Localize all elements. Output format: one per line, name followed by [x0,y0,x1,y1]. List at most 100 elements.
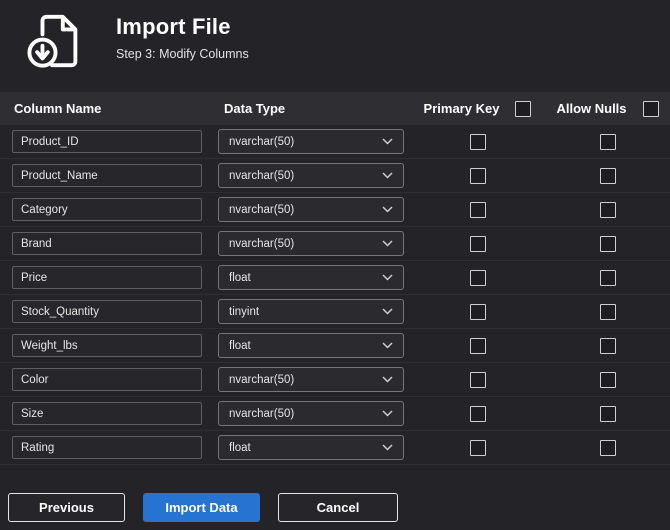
data-type-value: nvarchar(50) [229,373,295,386]
data-type-dropdown[interactable]: nvarchar(50) [218,129,404,154]
column-name-input[interactable] [12,198,202,221]
header-text-block: Import File Step 3: Modify Columns [116,14,249,61]
data-type-dropdown[interactable]: tinyint [218,299,404,324]
data-type-dropdown[interactable]: nvarchar(50) [218,231,404,256]
allow-nulls-header-label: Allow Nulls [556,101,627,116]
data-type-cell: float [210,435,410,460]
table-row: nvarchar(50) [0,125,670,159]
column-name-cell [0,266,210,289]
chevron-down-icon [382,172,393,179]
allow-nulls-cell [545,371,670,388]
column-name-input[interactable] [12,334,202,357]
primary-key-checkbox[interactable] [469,201,486,218]
column-name-cell [0,368,210,391]
primary-key-cell [410,167,545,184]
allow-nulls-checkbox[interactable] [599,303,616,320]
chevron-down-icon [382,206,393,213]
column-name-input[interactable] [12,232,202,255]
allow-nulls-checkbox[interactable] [599,269,616,286]
column-name-cell [0,436,210,459]
allow-nulls-checkbox[interactable] [599,371,616,388]
allow-nulls-cell [545,303,670,320]
primary-key-checkbox[interactable] [469,303,486,320]
primary-key-checkbox[interactable] [469,337,486,354]
allow-nulls-checkbox[interactable] [599,201,616,218]
column-name-header: Column Name [14,101,102,116]
column-name-input[interactable] [12,130,202,153]
data-type-cell: nvarchar(50) [210,129,410,154]
column-name-input[interactable] [12,368,202,391]
data-type-dropdown[interactable]: float [218,333,404,358]
allow-nulls-header: Allow Nulls [545,100,670,117]
primary-key-cell [410,337,545,354]
data-type-dropdown[interactable]: nvarchar(50) [218,367,404,392]
primary-key-checkbox[interactable] [469,371,486,388]
data-type-cell: float [210,333,410,358]
data-type-value: nvarchar(50) [229,237,295,250]
allow-nulls-cell [545,439,670,456]
data-type-value: nvarchar(50) [229,169,295,182]
table-row: float [0,329,670,363]
column-name-cell [0,402,210,425]
allow-nulls-checkbox[interactable] [599,439,616,456]
chevron-down-icon [382,138,393,145]
chevron-down-icon [382,274,393,281]
allow-nulls-cell [545,337,670,354]
data-type-dropdown[interactable]: nvarchar(50) [218,401,404,426]
column-name-input[interactable] [12,402,202,425]
table-row: float [0,261,670,295]
primary-key-checkbox[interactable] [469,133,486,150]
column-name-input[interactable] [12,436,202,459]
primary-key-cell [410,439,545,456]
data-type-cell: nvarchar(50) [210,197,410,222]
allow-nulls-checkbox[interactable] [599,235,616,252]
previous-button[interactable]: Previous [8,493,125,522]
allow-nulls-cell [545,235,670,252]
table-row: nvarchar(50) [0,193,670,227]
column-name-cell [0,164,210,187]
data-type-dropdown[interactable]: float [218,265,404,290]
step-subtitle: Step 3: Modify Columns [116,47,249,61]
allow-nulls-checkbox[interactable] [599,167,616,184]
allow-nulls-checkbox[interactable] [599,133,616,150]
table-row: nvarchar(50) [0,159,670,193]
data-type-value: nvarchar(50) [229,203,295,216]
data-type-dropdown[interactable]: nvarchar(50) [218,197,404,222]
dialog-header: Import File Step 3: Modify Columns [0,0,670,92]
column-name-cell [0,300,210,323]
chevron-down-icon [382,410,393,417]
allow-nulls-select-all-checkbox[interactable] [642,100,659,117]
allow-nulls-checkbox[interactable] [599,337,616,354]
primary-key-cell [410,133,545,150]
chevron-down-icon [382,308,393,315]
column-name-input[interactable] [12,300,202,323]
data-type-cell: nvarchar(50) [210,401,410,426]
data-type-header: Data Type [224,101,286,116]
primary-key-checkbox[interactable] [469,167,486,184]
primary-key-checkbox[interactable] [469,439,486,456]
cancel-button[interactable]: Cancel [278,493,398,522]
primary-key-checkbox[interactable] [469,235,486,252]
table-row: nvarchar(50) [0,397,670,431]
allow-nulls-cell [545,201,670,218]
column-name-input[interactable] [12,266,202,289]
allow-nulls-cell [545,133,670,150]
data-type-cell: tinyint [210,299,410,324]
primary-key-cell [410,201,545,218]
chevron-down-icon [382,342,393,349]
column-name-input[interactable] [12,164,202,187]
data-type-dropdown[interactable]: nvarchar(50) [218,163,404,188]
chevron-down-icon [382,376,393,383]
data-type-dropdown[interactable]: float [218,435,404,460]
primary-key-select-all-checkbox[interactable] [515,100,532,117]
allow-nulls-cell [545,167,670,184]
primary-key-cell [410,405,545,422]
allow-nulls-checkbox[interactable] [599,405,616,422]
primary-key-checkbox[interactable] [469,405,486,422]
allow-nulls-cell [545,405,670,422]
page-title: Import File [116,14,231,39]
primary-key-checkbox[interactable] [469,269,486,286]
table-row: float [0,431,670,465]
table-row: nvarchar(50) [0,363,670,397]
import-data-button[interactable]: Import Data [143,493,260,522]
